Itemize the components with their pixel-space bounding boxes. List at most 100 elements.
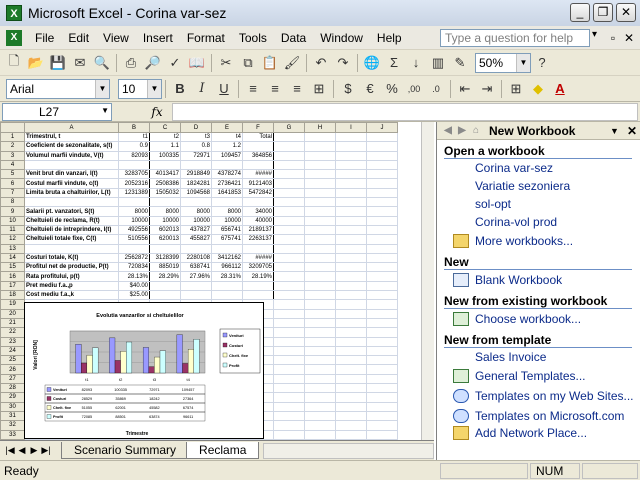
cell[interactable]: [335, 410, 367, 422]
cell[interactable]: [366, 159, 398, 171]
euro-icon[interactable]: €: [360, 79, 380, 99]
choose-workbook-link[interactable]: Choose workbook...: [453, 309, 640, 329]
cell[interactable]: [273, 345, 305, 357]
cell[interactable]: [335, 392, 367, 403]
cell[interactable]: [304, 206, 336, 217]
row-header[interactable]: 2: [0, 141, 25, 152]
cell[interactable]: [242, 243, 274, 254]
cell[interactable]: [304, 243, 336, 254]
cell[interactable]: [242, 197, 274, 208]
cell[interactable]: 510556: [118, 234, 150, 245]
cell[interactable]: [335, 206, 367, 217]
cell[interactable]: 4378274: [211, 169, 243, 180]
cell[interactable]: 455827: [180, 234, 212, 245]
cell[interactable]: [366, 178, 398, 189]
cell[interactable]: 72971: [180, 150, 212, 161]
cell[interactable]: 10000: [211, 215, 243, 226]
cell[interactable]: [211, 280, 243, 292]
cell[interactable]: [366, 243, 398, 254]
row-header[interactable]: 12: [0, 234, 25, 245]
menu-insert[interactable]: Insert: [136, 31, 180, 45]
row-header[interactable]: 13: [0, 243, 25, 254]
paste-icon[interactable]: 📋: [260, 53, 280, 73]
cell[interactable]: 1824281: [180, 178, 212, 189]
last-sheet-icon[interactable]: ▶|: [40, 445, 52, 456]
cell[interactable]: [304, 252, 336, 264]
cell[interactable]: [273, 401, 305, 412]
cell[interactable]: [366, 131, 398, 143]
select-all-corner[interactable]: [0, 122, 25, 133]
row-header[interactable]: 19: [0, 299, 25, 310]
menu-view[interactable]: View: [96, 31, 136, 45]
row-header[interactable]: 5: [0, 169, 25, 180]
zoom-select[interactable]: 50% ▼: [475, 52, 531, 73]
cell[interactable]: [335, 355, 367, 366]
column-header[interactable]: J: [366, 122, 398, 133]
cell[interactable]: [180, 159, 212, 171]
cell[interactable]: 1.2: [211, 141, 243, 152]
cell[interactable]: [366, 141, 398, 152]
cell[interactable]: [335, 178, 367, 189]
cell[interactable]: [273, 224, 305, 236]
cell[interactable]: 27.96%: [180, 271, 212, 282]
menu-file[interactable]: File: [28, 31, 61, 45]
cell[interactable]: 492556: [118, 224, 150, 236]
cell[interactable]: Cheltuieli de reclama, R(t): [24, 215, 119, 226]
permission-icon[interactable]: ✉: [70, 53, 90, 73]
cell[interactable]: [335, 401, 367, 412]
row-header[interactable]: 10: [0, 215, 25, 226]
cell[interactable]: [335, 215, 367, 226]
cell[interactable]: 638741: [180, 262, 212, 273]
cell[interactable]: $40.00: [118, 280, 150, 292]
cell[interactable]: [335, 327, 367, 338]
name-box[interactable]: L27 ▼: [2, 102, 112, 121]
cell[interactable]: [273, 308, 305, 319]
cell[interactable]: [335, 290, 367, 301]
sheet-tab-reclama[interactable]: Reclama: [186, 442, 260, 459]
chart-wizard-icon[interactable]: ▥: [428, 53, 448, 73]
excel-app-icon[interactable]: X: [6, 5, 22, 21]
chevron-down-icon[interactable]: ▼: [147, 79, 161, 98]
cell[interactable]: [366, 364, 398, 375]
cell[interactable]: [335, 252, 367, 264]
cell[interactable]: [24, 159, 119, 171]
row-header[interactable]: 24: [0, 345, 25, 357]
column-header[interactable]: E: [211, 122, 243, 133]
template-link[interactable]: Sales Invoice: [475, 348, 640, 366]
row-header[interactable]: 15: [0, 262, 25, 273]
cell[interactable]: [273, 178, 305, 189]
decrease-indent-icon[interactable]: ⇤: [455, 79, 475, 99]
cell[interactable]: [304, 308, 336, 319]
cell[interactable]: Volumul marfii vindute, V(t): [24, 150, 119, 161]
cell[interactable]: [242, 159, 274, 171]
new-icon[interactable]: 🗋: [4, 53, 24, 73]
cell[interactable]: [211, 159, 243, 171]
cell[interactable]: 885019: [149, 262, 181, 273]
cell[interactable]: [149, 159, 181, 171]
cell[interactable]: 4013417: [149, 169, 181, 180]
cell[interactable]: [335, 159, 367, 171]
column-header[interactable]: A: [24, 122, 119, 133]
cell[interactable]: [242, 141, 274, 152]
cell[interactable]: [304, 345, 336, 357]
sort-ascending-icon[interactable]: ↓: [406, 53, 426, 73]
research-icon[interactable]: 🔍: [92, 53, 112, 73]
chart[interactable]: Evolutia vanzarilor si cheltuielilor Valo…: [24, 302, 264, 439]
cell[interactable]: [273, 317, 305, 329]
prev-sheet-icon[interactable]: ◀: [16, 445, 28, 456]
cell[interactable]: 5472842: [242, 187, 274, 199]
increase-indent-icon[interactable]: ⇥: [477, 79, 497, 99]
cell[interactable]: [273, 131, 305, 143]
percent-icon[interactable]: %: [382, 79, 402, 99]
row-header[interactable]: 11: [0, 224, 25, 236]
cell[interactable]: [366, 345, 398, 357]
cell[interactable]: [335, 299, 367, 310]
cell[interactable]: [273, 410, 305, 422]
column-header[interactable]: B: [118, 122, 150, 133]
minimize-button[interactable]: _: [570, 3, 590, 22]
cell[interactable]: [180, 243, 212, 254]
cell[interactable]: [273, 327, 305, 338]
cell[interactable]: [366, 224, 398, 236]
align-left-icon[interactable]: ≡: [243, 79, 263, 99]
undo-icon[interactable]: ↶: [311, 53, 331, 73]
